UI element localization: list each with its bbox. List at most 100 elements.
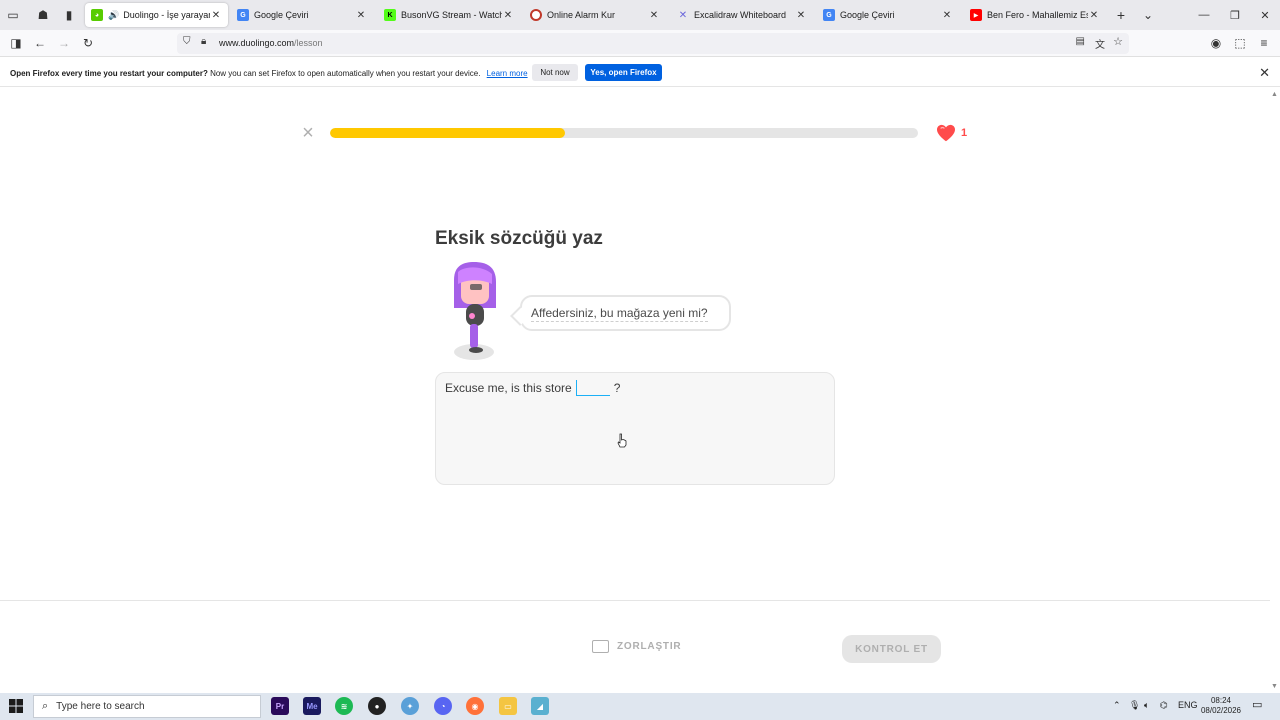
tab-title: Ben Fero - Mahallemiz Esmer [987, 10, 1088, 20]
reader-view-icon[interactable]: ▤ [1076, 36, 1085, 47]
excalidraw-icon: ✕ [678, 9, 688, 21]
lesson-progress-bar [330, 128, 918, 138]
close-tab-icon[interactable]: ✕ [355, 10, 367, 21]
windows-start-icon[interactable] [9, 699, 23, 713]
lily-character-illustration [454, 262, 496, 360]
tab-overview-icon[interactable]: ▭ [0, 0, 26, 30]
sentence-end: ? [613, 381, 621, 395]
system-clock[interactable]: 08:24 08/02/2026 [1199, 696, 1243, 716]
windows-taskbar: ⌕ Type here to search Pr Me ≋ ● ✦ ◔ ◉ ▭ … [0, 693, 1280, 720]
network-icon[interactable]: ⌬ [1160, 700, 1168, 711]
keyboard-icon [592, 640, 609, 653]
search-icon: ⌕ [42, 700, 49, 712]
tab-google-translate-2[interactable]: G Google Çeviri ✕ [817, 3, 959, 27]
not-now-button[interactable]: Not now [532, 64, 578, 81]
prompt-sentence[interactable]: Affedersiniz, bu mağaza yeni mi? [531, 306, 708, 322]
tab-youtube[interactable]: ▶ Ben Fero - Mahallemiz Esmer ✕ [964, 3, 1106, 27]
yes-open-firefox-button[interactable]: Yes, open Firefox [585, 64, 662, 81]
tab-bar: ▭ ☗ ▮ ◕ 🔊 Duolingo - İşe yarayan de ✕ G … [0, 0, 1280, 30]
tab-google-translate[interactable]: G Google Çeviri ✕ [231, 3, 373, 27]
media-encoder-icon[interactable]: Me [303, 697, 321, 715]
heart-icon [937, 124, 955, 142]
speaker-icon[interactable]: 🔈︎ [1144, 700, 1149, 711]
reload-icon[interactable]: ↻ [78, 34, 98, 52]
tab-title: BusonVG Stream - Watch Live [401, 10, 502, 20]
notification-text: Open Firefox every time you restart your… [10, 69, 528, 78]
alarm-icon [530, 9, 542, 21]
firefox-icon[interactable]: ◉ [466, 697, 484, 715]
challenge-instruction: Eksik sözcüğü yaz [435, 228, 603, 249]
microphone-icon[interactable]: 🎙︎ [1129, 700, 1140, 711]
minimize-icon[interactable]: — [1188, 0, 1220, 30]
lock-icon[interactable]: 🔒︎ [201, 36, 206, 47]
spotify-icon[interactable]: ≋ [335, 697, 353, 715]
search-placeholder: Type here to search [56, 701, 145, 712]
back-icon[interactable]: ← [30, 34, 50, 52]
close-notification-icon[interactable]: ✕ [1259, 65, 1270, 81]
scroll-down-icon[interactable]: ▼ [1271, 683, 1278, 690]
restore-icon[interactable]: ❐ [1219, 0, 1251, 30]
tab-duolingo[interactable]: ◕ 🔊 Duolingo - İşe yarayan de ✕ [85, 3, 228, 27]
check-button[interactable]: KONTROL ET [842, 635, 941, 663]
footer-divider [0, 600, 1270, 601]
tab-title: Excalidraw Whiteboard [694, 10, 787, 20]
close-window-icon[interactable]: ✕ [1249, 0, 1280, 30]
close-tab-icon[interactable]: ✕ [941, 10, 953, 21]
scroll-up-icon[interactable]: ▲ [1271, 91, 1278, 98]
menu-icon[interactable]: ≡ [1254, 34, 1274, 52]
tab-title: Google Çeviri [840, 10, 895, 20]
duolingo-icon: ◕ [91, 9, 103, 21]
close-tab-icon[interactable]: ✕ [648, 10, 660, 21]
hearts-count: 1 [961, 127, 968, 139]
navigation-bar: ◨ ← → ↻ ⛉ 🔒︎ www.duolingo.com/lesson ▤ 文… [0, 30, 1280, 57]
app-icon[interactable]: ◢ [531, 697, 549, 715]
close-tab-icon[interactable]: ✕ [1088, 10, 1100, 21]
missing-word-input[interactable] [575, 380, 610, 396]
fill-in-sentence: Excuse me, is this store ? [445, 380, 620, 396]
file-explorer-icon[interactable]: ▭ [499, 697, 517, 715]
close-tab-icon[interactable]: ✕ [502, 10, 514, 21]
tab-online-alarm[interactable]: Online Alarm Kur ✕ [524, 3, 666, 27]
close-tab-icon[interactable]: ✕ [795, 10, 807, 21]
close-lesson-icon[interactable]: × [299, 123, 317, 143]
extensions-icon[interactable]: ⬚ [1230, 34, 1250, 52]
translate-icon: G [237, 9, 249, 21]
firefox-notification-bar: Open Firefox every time you restart your… [0, 59, 1280, 87]
notifications-icon[interactable]: ▭ [1252, 698, 1262, 711]
tab-list-chevron-icon[interactable]: ⌄ [1135, 0, 1161, 30]
new-tab-icon[interactable]: + [1108, 0, 1134, 30]
tab-title: Online Alarm Kur [547, 10, 616, 20]
sidebar-toggle-icon[interactable]: ◨ [6, 34, 26, 52]
tab-title: Google Çeviri [254, 10, 309, 20]
speech-bubble: Affedersiniz, bu mağaza yeni mi? [520, 295, 731, 331]
pinned-tab-icon[interactable]: ▮ [56, 0, 82, 30]
translate-page-icon[interactable]: 文 [1095, 36, 1105, 51]
taskbar-search-box[interactable]: ⌕ Type here to search [33, 695, 261, 718]
obs-icon[interactable]: ● [368, 697, 386, 715]
youtube-icon: ▶ [970, 9, 982, 21]
forward-icon[interactable]: → [54, 34, 74, 52]
make-harder-button[interactable]: ZORLAŞTIR [592, 640, 681, 653]
app-icon[interactable]: ✦ [401, 697, 419, 715]
tab-busonvg-stream[interactable]: K BusonVG Stream - Watch Live ✕ [378, 3, 520, 27]
make-harder-label: ZORLAŞTIR [617, 641, 682, 652]
hand-cursor-icon [617, 433, 627, 448]
progress-fill [330, 128, 566, 138]
learn-more-link[interactable]: Learn more [487, 69, 528, 78]
tab-excalidraw[interactable]: ✕ Excalidraw Whiteboard ✕ [671, 3, 813, 27]
discord-icon[interactable]: ◔ [434, 697, 452, 715]
language-indicator[interactable]: ENG [1178, 700, 1198, 710]
answer-area: Excuse me, is this store ? [435, 372, 835, 485]
bookmark-star-icon[interactable]: ☆ [1113, 35, 1123, 48]
close-tab-icon[interactable]: ✕ [210, 10, 222, 21]
account-icon[interactable]: ◉ [1206, 34, 1226, 52]
tab-title: Duolingo - İşe yarayan de [123, 10, 210, 20]
address-bar[interactable]: ⛉ 🔒︎ www.duolingo.com/lesson ▤ 文 ☆ [177, 33, 1129, 54]
audio-icon[interactable]: 🔊 [108, 10, 119, 21]
premiere-pro-icon[interactable]: Pr [271, 697, 289, 715]
pinned-tab-icon[interactable]: ☗ [30, 0, 56, 30]
sentence-start: Excuse me, is this store [445, 381, 572, 395]
tracking-shield-icon[interactable]: ⛉ [183, 36, 191, 47]
show-hidden-icons-icon[interactable]: ⌃ [1113, 700, 1121, 711]
url-text[interactable]: www.duolingo.com/lesson [219, 38, 323, 48]
